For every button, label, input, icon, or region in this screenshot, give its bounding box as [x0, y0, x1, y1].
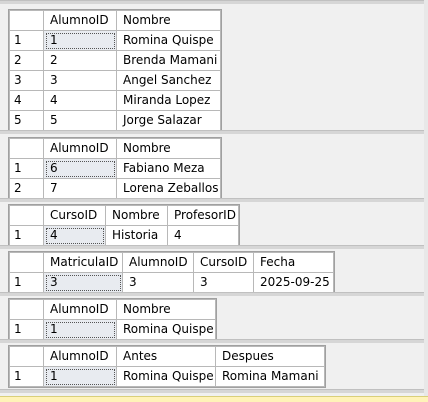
table-cell[interactable]: 3 — [122, 272, 194, 293]
column-header[interactable]: Fecha — [253, 252, 334, 273]
corner-cell[interactable] — [9, 10, 44, 31]
column-header[interactable]: AlumnoID — [43, 10, 117, 31]
grid-separator[interactable] — [0, 389, 428, 393]
table-cell[interactable]: 1 — [43, 319, 117, 340]
row-number[interactable]: 3 — [9, 70, 44, 91]
grid-separator[interactable] — [0, 245, 428, 249]
result-grid-matriculas[interactable]: MatriculaID AlumnoID CursoID Fecha 1 3 3… — [8, 251, 335, 294]
column-header[interactable]: Despues — [215, 346, 325, 367]
table-cell[interactable]: 3 — [193, 272, 254, 293]
table-row[interactable]: 1 1 Romina Quispe — [9, 319, 216, 340]
column-header[interactable]: ProfesorID — [167, 205, 239, 226]
table-cell[interactable]: 5 — [43, 110, 117, 131]
table-row[interactable]: 2 2 Brenda Mamani — [9, 50, 221, 71]
corner-cell[interactable] — [9, 205, 44, 226]
grid-separator[interactable] — [0, 339, 428, 343]
table-cell[interactable]: Romina Quispe — [116, 366, 216, 387]
result-grid-cursos[interactable]: CursoID Nombre ProfesorID 1 4 Historia 4 — [8, 204, 240, 247]
table-cell[interactable]: 2025-09-25 — [253, 272, 334, 293]
vertical-scrollbar[interactable] — [424, 0, 428, 402]
table-cell[interactable]: Miranda Lopez — [116, 90, 221, 111]
table-cell[interactable]: Romina Mamani — [215, 366, 325, 387]
table-cell[interactable]: 4 — [43, 225, 106, 246]
corner-cell[interactable] — [9, 299, 44, 320]
header-row: AlumnoID Antes Despues — [9, 346, 325, 367]
table-row[interactable]: 5 5 Jorge Salazar — [9, 110, 221, 131]
row-number[interactable]: 1 — [9, 272, 44, 293]
column-header[interactable]: CursoID — [193, 252, 254, 273]
column-header[interactable]: Nombre — [116, 299, 216, 320]
grid-separator[interactable] — [0, 292, 428, 296]
table-row[interactable]: 1 1 Romina Quispe — [9, 30, 221, 51]
table-cell[interactable]: 3 — [43, 272, 123, 293]
row-number[interactable]: 4 — [9, 90, 44, 111]
table-cell[interactable]: 6 — [43, 158, 117, 179]
table-cell[interactable]: 1 — [43, 30, 117, 51]
table-row[interactable]: 1 3 3 3 2025-09-25 — [9, 272, 334, 293]
table-cell[interactable]: 1 — [43, 366, 117, 387]
column-header[interactable]: AlumnoID — [122, 252, 194, 273]
table-cell[interactable]: Historia — [105, 225, 168, 246]
table-cell[interactable]: Romina Quispe — [116, 319, 216, 340]
table-cell[interactable]: 7 — [43, 178, 117, 199]
table-cell[interactable]: Romina Quispe — [116, 30, 221, 51]
result-grid-alumnos[interactable]: AlumnoID Nombre 1 1 Romina Quispe 2 2 Br… — [8, 9, 222, 132]
table-row[interactable]: 1 1 Romina Quispe Romina Mamani — [9, 366, 325, 387]
table-row[interactable]: 2 7 Lorena Zeballos — [9, 178, 221, 199]
header-row: CursoID Nombre ProfesorID — [9, 205, 239, 226]
header-row: AlumnoID Nombre — [9, 138, 221, 159]
column-header[interactable]: Nombre — [116, 138, 221, 159]
table-cell[interactable]: 4 — [167, 225, 239, 246]
table-row[interactable]: 1 6 Fabiano Meza — [9, 158, 221, 179]
table-cell[interactable]: 4 — [43, 90, 117, 111]
table-cell[interactable]: 2 — [43, 50, 117, 71]
column-header[interactable]: MatriculaID — [43, 252, 123, 273]
table-cell[interactable]: 3 — [43, 70, 117, 91]
column-header[interactable]: Nombre — [105, 205, 168, 226]
table-cell[interactable]: Brenda Mamani — [116, 50, 221, 71]
corner-cell[interactable] — [9, 252, 44, 273]
row-number[interactable]: 2 — [9, 50, 44, 71]
table-cell[interactable]: Lorena Zeballos — [116, 178, 221, 199]
grid-separator[interactable] — [0, 198, 428, 202]
column-header[interactable]: AlumnoID — [43, 299, 117, 320]
result-grid-alumnos-nuevos[interactable]: AlumnoID Nombre 1 6 Fabiano Meza 2 7 Lor… — [8, 137, 222, 200]
column-header[interactable]: Antes — [116, 346, 216, 367]
result-grid-alumno-antes[interactable]: AlumnoID Nombre 1 1 Romina Quispe — [8, 298, 217, 341]
table-cell[interactable]: Jorge Salazar — [116, 110, 221, 131]
result-grid-antes-despues[interactable]: AlumnoID Antes Despues 1 1 Romina Quispe… — [8, 345, 326, 388]
header-row: AlumnoID Nombre — [9, 299, 216, 320]
corner-cell[interactable] — [9, 346, 44, 367]
row-number[interactable]: 1 — [9, 158, 44, 179]
column-header[interactable]: Nombre — [116, 10, 221, 31]
table-row[interactable]: 4 4 Miranda Lopez — [9, 90, 221, 111]
status-bar — [0, 396, 428, 402]
column-header[interactable]: AlumnoID — [43, 346, 117, 367]
row-number[interactable]: 1 — [9, 319, 44, 340]
grid-separator[interactable] — [0, 0, 428, 4]
table-cell[interactable]: Angel Sanchez — [116, 70, 221, 91]
row-number[interactable]: 1 — [9, 30, 44, 51]
row-number[interactable]: 1 — [9, 366, 44, 387]
row-number[interactable]: 2 — [9, 178, 44, 199]
table-row[interactable]: 1 4 Historia 4 — [9, 225, 239, 246]
column-header[interactable]: CursoID — [43, 205, 106, 226]
table-cell[interactable]: Fabiano Meza — [116, 158, 221, 179]
row-number[interactable]: 1 — [9, 225, 44, 246]
header-row: MatriculaID AlumnoID CursoID Fecha — [9, 252, 334, 273]
results-pane: { "grids": [ { "columns": ["AlumnoID", "… — [0, 0, 428, 402]
corner-cell[interactable] — [9, 138, 44, 159]
grid-separator[interactable] — [0, 130, 428, 134]
row-number[interactable]: 5 — [9, 110, 44, 131]
header-row: AlumnoID Nombre — [9, 10, 221, 31]
table-row[interactable]: 3 3 Angel Sanchez — [9, 70, 221, 91]
column-header[interactable]: AlumnoID — [43, 138, 117, 159]
